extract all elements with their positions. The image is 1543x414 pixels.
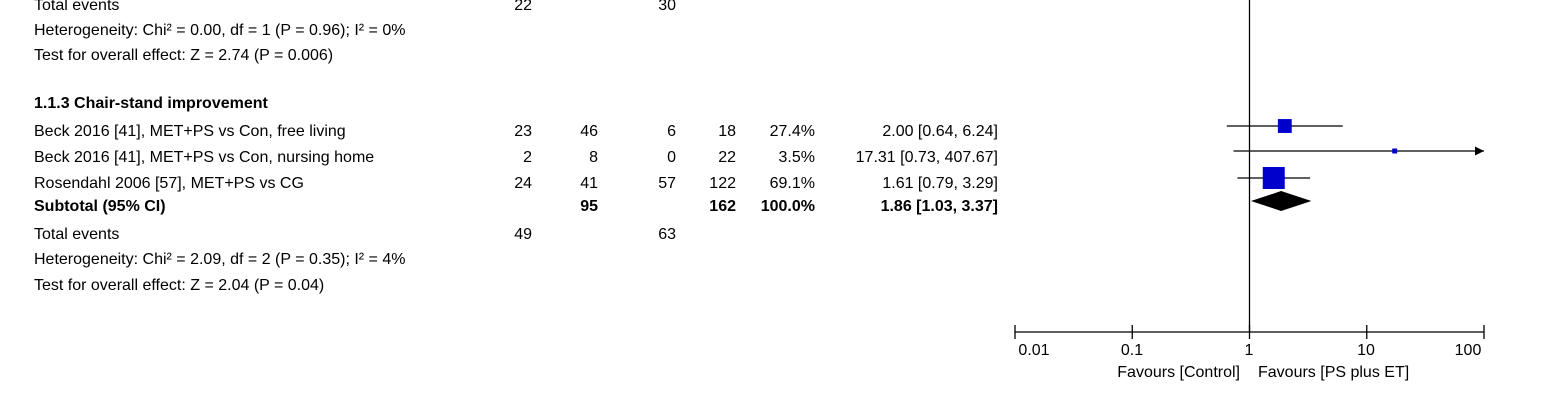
ci-arrow-1 [1475,146,1484,156]
pooled-diamond [1251,191,1312,211]
tick-label-3: 10 [1357,342,1375,359]
tick-label-2: 1 [1244,342,1254,359]
point-marker-0 [1277,119,1292,133]
forest-plot [1014,0,1485,339]
favours-control-label: Favours [Control] [1117,364,1240,381]
point-marker-2 [1262,167,1285,189]
tick-label-0: 0.01 [1018,342,1050,359]
point-marker-1 [1392,148,1398,154]
favours-treatment-label: Favours [PS plus ET] [1258,364,1410,381]
tick-label-1: 0.1 [1120,342,1144,359]
tick-label-4: 100 [1454,342,1482,359]
